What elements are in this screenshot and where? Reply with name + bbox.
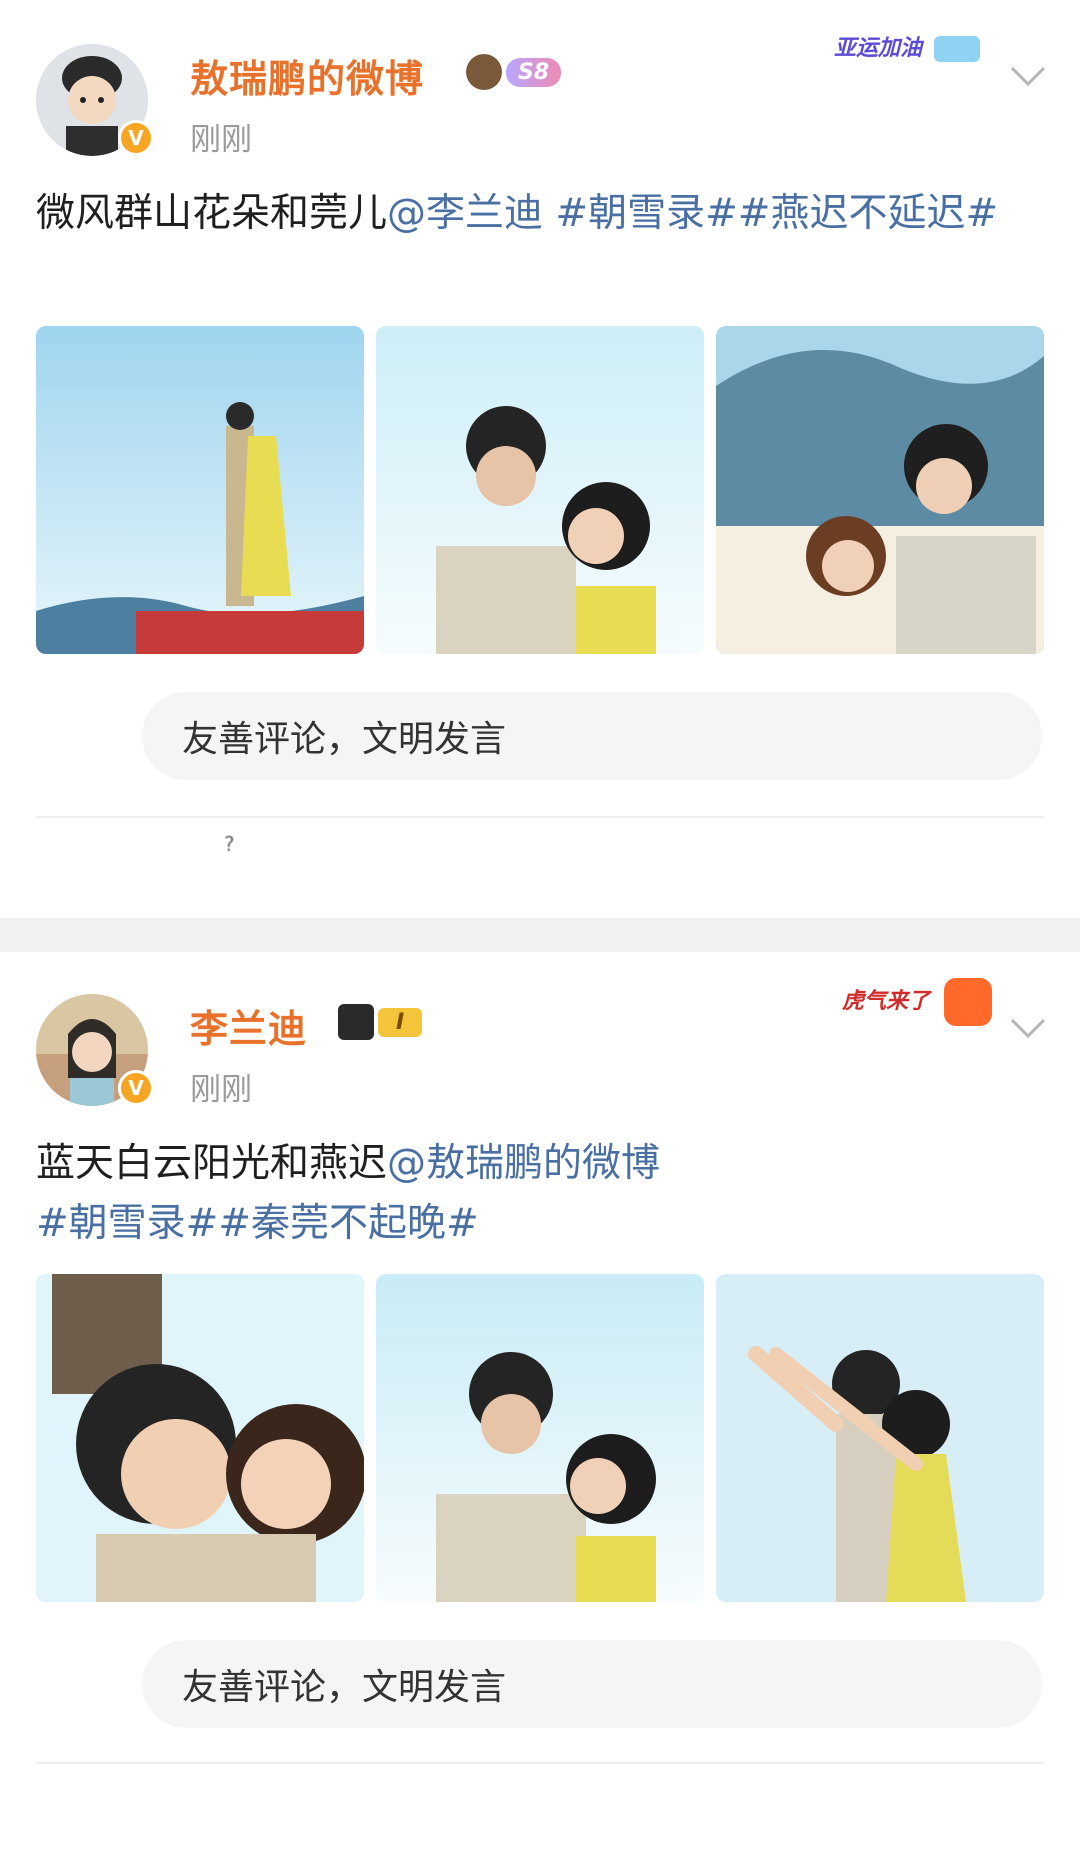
username[interactable]: 李兰迪 — [190, 998, 307, 1053]
mention-link[interactable]: @李兰迪 — [387, 191, 543, 236]
verified-v-icon: V — [118, 1070, 154, 1106]
level-badge: I — [338, 1004, 448, 1040]
weibo-feed: V 敖瑞鹏的微博 S8 亚运加油 刚刚 微风群山花朵和莞儿@李兰迪 #朝雪录##… — [0, 0, 1080, 1869]
medal-icon — [466, 54, 502, 90]
hashtag-link[interactable]: #燕迟不延迟# — [738, 191, 998, 236]
comment-input[interactable]: 友善评论，文明发言 — [142, 692, 1042, 780]
post-text-plain: 微风群山花朵和莞儿 — [36, 191, 388, 236]
timestamp: 刚刚 — [190, 122, 252, 158]
mention-link[interactable]: @敖瑞鹏的微博 — [387, 1141, 660, 1186]
campaign-badge: 虎气来了 — [842, 978, 992, 1026]
post-image[interactable] — [716, 326, 1044, 654]
crown-icon — [338, 1004, 374, 1040]
hashtag-link[interactable]: #朝雪录# — [36, 1201, 218, 1246]
tiger-paw-icon — [943, 978, 992, 1026]
post-card: V 敖瑞鹏的微博 S8 亚运加油 刚刚 微风群山花朵和莞儿@李兰迪 #朝雪录##… — [0, 0, 1080, 918]
post-image[interactable] — [376, 326, 704, 654]
image-grid — [36, 1274, 1044, 1602]
chevron-down-icon[interactable] — [1008, 1016, 1048, 1040]
post-separator — [0, 918, 1080, 952]
username[interactable]: 敖瑞鹏的微博 — [190, 48, 424, 103]
footer-residue: ? — [224, 832, 235, 856]
campaign-badge: 亚运加油 — [834, 30, 980, 62]
post-text: 微风群山花朵和莞儿@李兰迪 #朝雪录##燕迟不延迟# — [36, 184, 1046, 244]
level-badge: S8 — [466, 54, 576, 90]
campaign-decoration-icon — [933, 36, 980, 62]
chevron-down-icon[interactable] — [1008, 64, 1048, 88]
post-image[interactable] — [36, 1274, 364, 1602]
image-grid — [36, 326, 1044, 654]
comment-input[interactable]: 友善评论，文明发言 — [142, 1640, 1042, 1728]
campaign-badge-label: 亚运加油 — [834, 36, 923, 61]
post-image[interactable] — [36, 326, 364, 654]
divider — [36, 1762, 1044, 1764]
post-text-plain: 蓝天白云阳光和燕迟 — [36, 1141, 388, 1186]
post-image[interactable] — [716, 1274, 1044, 1602]
divider — [36, 816, 1044, 818]
verified-v-icon: V — [118, 120, 154, 156]
post-text: 蓝天白云阳光和燕迟@敖瑞鹏的微博 #朝雪录##秦莞不起晚# — [36, 1134, 1046, 1254]
post-image[interactable] — [376, 1274, 704, 1602]
post-card: V 李兰迪 I 虎气来了 刚刚 蓝天白云阳光和燕迟@敖瑞鹏的微博 #朝雪录##秦… — [0, 952, 1080, 1869]
level-label: S8 — [506, 57, 562, 87]
campaign-badge-label: 虎气来了 — [842, 989, 931, 1014]
level-label: I — [378, 1007, 423, 1037]
timestamp: 刚刚 — [190, 1072, 252, 1108]
hashtag-link[interactable]: #朝雪录# — [543, 191, 737, 236]
hashtag-link[interactable]: #秦莞不起晚# — [218, 1201, 478, 1246]
